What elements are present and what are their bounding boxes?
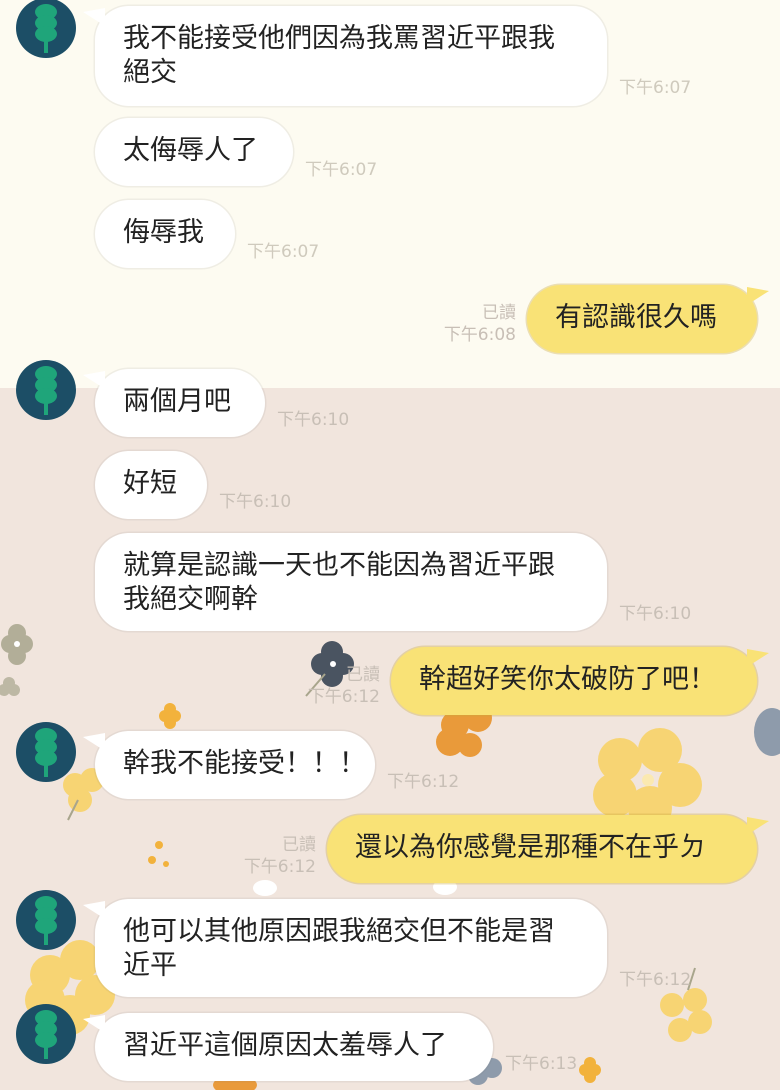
message-bubble-outgoing[interactable]: 有認識很久嗎 — [527, 285, 757, 353]
avatar-icon — [35, 366, 57, 415]
message-text: 我絕交啊幹 — [123, 584, 258, 615]
message-text: 就算是認識一天也不能因為習近平跟 — [123, 550, 555, 581]
avatar[interactable] — [16, 890, 76, 950]
message-bubble-incoming[interactable]: 好短 — [95, 451, 207, 519]
message-time: 下午6:08 — [443, 325, 516, 345]
message-meta: 已讀 下午6:08 — [420, 302, 516, 346]
avatar[interactable] — [16, 1004, 76, 1064]
avatar-icon — [35, 728, 57, 777]
message-time: 下午6:10 — [277, 410, 350, 430]
message-bubble-incoming[interactable]: 習近平這個原因太羞辱人了 — [95, 1013, 493, 1081]
message-time: 下午6:10 — [619, 604, 692, 624]
message-text: 他可以其他原因跟我絕交但不能是習 — [123, 916, 555, 947]
message-bubble-incoming[interactable]: 我不能接受他們因為我罵習近平跟我 絕交 — [95, 6, 607, 106]
message-meta: 已讀 下午6:12 — [220, 834, 316, 878]
message-meta: 已讀 下午6:12 — [284, 664, 380, 708]
message-bubble-incoming[interactable]: 幹我不能接受！！！ — [95, 731, 375, 799]
message-text: 兩個月吧 — [123, 386, 231, 417]
message-time: 下午6:07 — [305, 160, 378, 180]
message-text: 習近平這個原因太羞辱人了 — [123, 1030, 447, 1061]
message-text: 幹我不能接受！！！ — [123, 748, 366, 779]
message-text: 侮辱我 — [123, 217, 204, 248]
message-time: 下午6:13 — [505, 1054, 578, 1074]
avatar[interactable] — [16, 0, 76, 58]
message-text: 近平 — [123, 950, 177, 981]
message-time: 下午6:12 — [619, 970, 692, 990]
message-text: 我不能接受他們因為我罵習近平跟我 — [123, 23, 555, 54]
message-time: 下午6:10 — [219, 492, 292, 512]
message-time: 下午6:12 — [307, 687, 380, 707]
avatar-icon — [35, 1010, 57, 1059]
message-text: 太侮辱人了 — [123, 135, 258, 166]
read-receipt: 已讀 — [482, 303, 516, 323]
message-bubble-incoming[interactable]: 他可以其他原因跟我絕交但不能是習 近平 — [95, 899, 607, 997]
avatar-icon — [35, 4, 57, 53]
message-bubble-incoming[interactable]: 侮辱我 — [95, 200, 235, 268]
message-time: 下午6:12 — [243, 857, 316, 877]
avatar-icon — [35, 896, 57, 945]
message-text: 好短 — [123, 468, 177, 499]
message-bubble-outgoing[interactable]: 還以為你感覺是那種不在乎ㄉ — [327, 815, 757, 883]
read-receipt: 已讀 — [282, 835, 316, 855]
read-receipt: 已讀 — [346, 665, 380, 685]
avatar[interactable] — [16, 722, 76, 782]
message-text: 有認識很久嗎 — [555, 302, 717, 333]
message-time: 下午6:12 — [387, 772, 460, 792]
message-bubble-incoming[interactable]: 兩個月吧 — [95, 369, 265, 437]
message-time: 下午6:07 — [619, 78, 692, 98]
message-text: 絕交 — [123, 57, 177, 88]
avatar[interactable] — [16, 360, 76, 420]
message-bubble-outgoing[interactable]: 幹超好笑你太破防了吧！ — [391, 647, 757, 715]
message-bubble-incoming[interactable]: 太侮辱人了 — [95, 118, 293, 186]
message-time: 下午6:07 — [247, 242, 320, 262]
message-text: 還以為你感覺是那種不在乎ㄉ — [355, 832, 706, 863]
message-text: 幹超好笑你太破防了吧！ — [419, 664, 716, 695]
message-bubble-incoming[interactable]: 就算是認識一天也不能因為習近平跟 我絕交啊幹 — [95, 533, 607, 631]
